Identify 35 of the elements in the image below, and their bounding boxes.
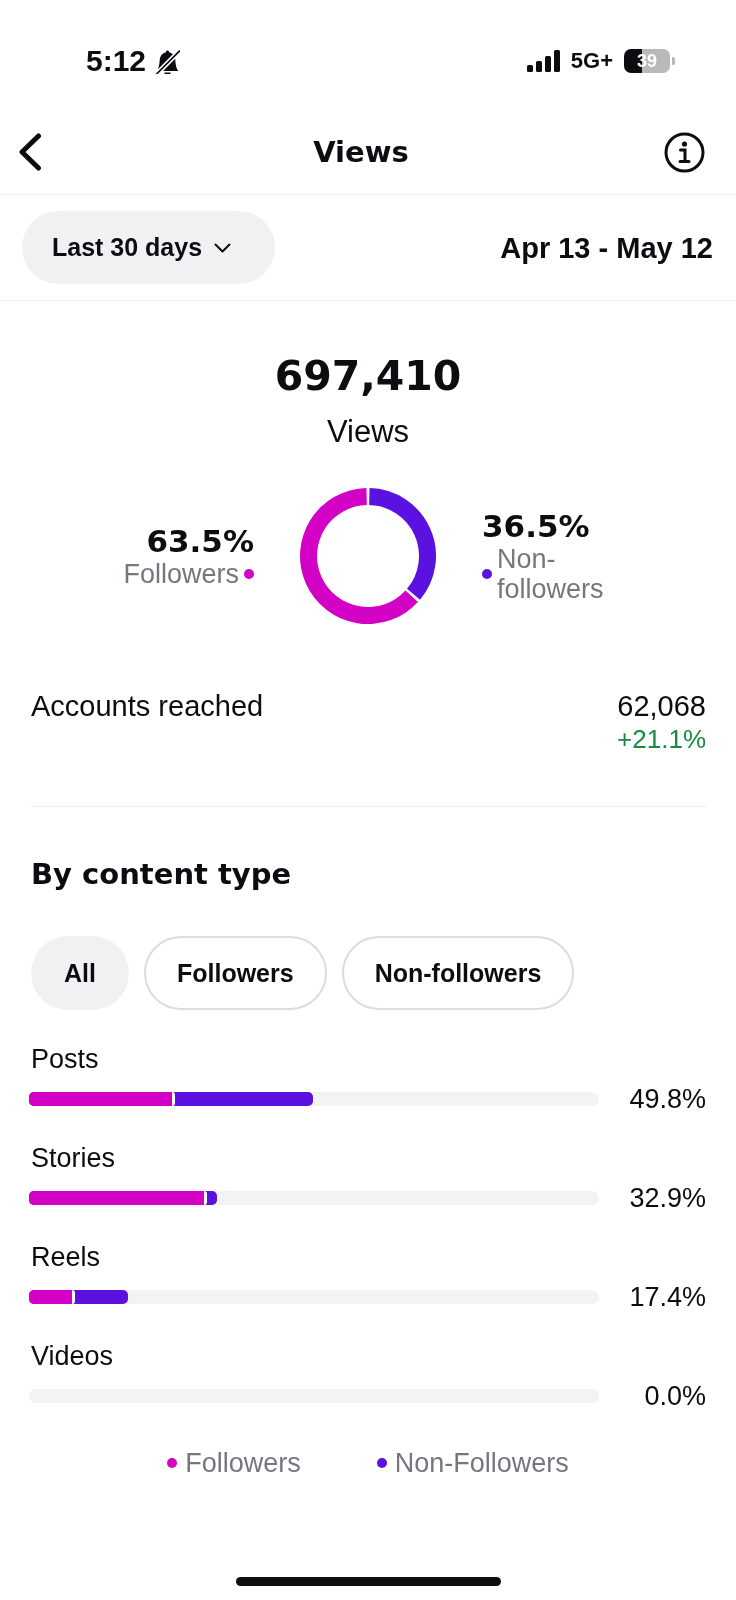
filter-chip[interactable]: Non-followers: [341, 936, 575, 1010]
info-button[interactable]: [664, 131, 705, 173]
audience-label: Followers: [123, 559, 239, 589]
legend-label: Followers: [185, 1448, 301, 1478]
back-chevron-icon: [17, 133, 42, 171]
chevron-down-icon: [214, 242, 232, 253]
accounts-reached-value: 62,068: [617, 689, 706, 724]
filter-chip[interactable]: Followers: [143, 936, 327, 1010]
info-icon: [664, 131, 705, 173]
total-views-label: Views: [326, 413, 410, 451]
content-type-label: Reels: [30, 1241, 101, 1274]
content-type-label: Videos: [30, 1340, 114, 1373]
total-views-value: 697,410: [274, 351, 462, 401]
signal-bars-icon: [526, 50, 560, 72]
status-time: 5:12: [86, 44, 147, 78]
date-range-dropdown[interactable]: Last 30 days: [22, 211, 275, 284]
back-button[interactable]: [17, 133, 42, 171]
accounts-reached-label: Accounts reached: [31, 689, 264, 724]
percentage-value: 36.5%: [482, 508, 590, 544]
content-type-percentage: 32.9%: [629, 1183, 706, 1213]
content-type-percentage: 0.0%: [644, 1381, 706, 1411]
muted-bell-icon: [155, 48, 181, 74]
page-title: Views: [313, 134, 409, 170]
percentage-value: 63.5%: [146, 523, 254, 559]
content-type-label: Posts: [30, 1043, 99, 1076]
change-percentage: +21.1%: [617, 724, 706, 754]
date-range-text: Apr 13 - May 12: [500, 230, 713, 265]
network-type: 5G+: [570, 48, 613, 74]
section-title: By content type: [31, 856, 292, 892]
audience-label: Non-followers: [497, 544, 605, 604]
content-type-percentage: 17.4%: [629, 1282, 706, 1312]
filter-chip[interactable]: All: [31, 936, 129, 1010]
legend-label: Non-Followers: [394, 1448, 569, 1478]
content-type-label: Stories: [30, 1142, 116, 1175]
content-type-percentage: 49.8%: [629, 1084, 706, 1114]
